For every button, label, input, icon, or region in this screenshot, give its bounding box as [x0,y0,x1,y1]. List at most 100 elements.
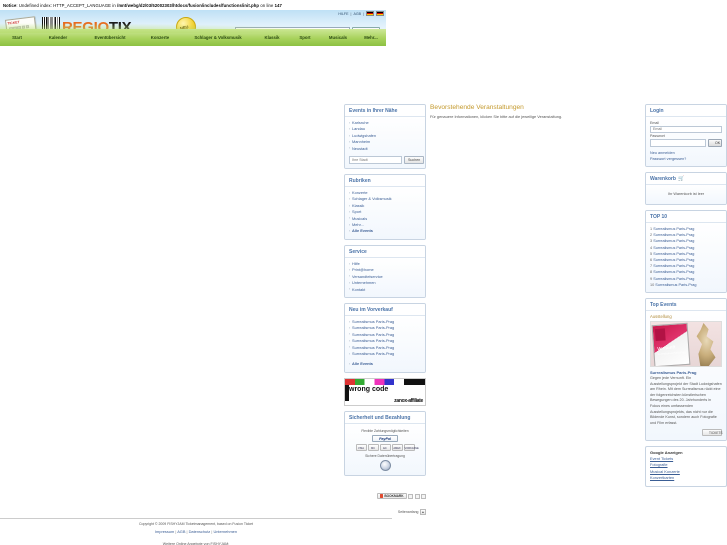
city-search: Suchen [349,156,425,165]
password-field[interactable] [650,139,706,147]
topbar-hilfe-link[interactable]: HILFE [338,12,348,16]
vorverkauf-list: Surrealismus Paris-Prag Surrealismus Par… [349,319,421,358]
nav-item-konzerte[interactable]: Konzerte [150,35,170,40]
vorverkauf-alle-events[interactable]: Alle Events [352,361,373,366]
nearby-city-neustadt[interactable]: Neustadt [352,146,368,151]
top-event-poster: Vernunft Surrealismus Paris-Prag [651,322,691,367]
service-unternehmen[interactable]: Unternehmen [352,280,376,285]
top-event-image[interactable]: Vernunft Surrealismus Paris-Prag [650,321,722,368]
top-event-tickets-button[interactable]: TICKETS [702,429,722,436]
vorverkauf-item-4[interactable]: Surrealismus Paris-Prag [352,338,394,343]
top10-item-6[interactable]: Surrealismus Paris-Prag [653,258,694,262]
google-ads-title: Google Anzeigen [650,449,683,455]
statue-photo [696,323,716,367]
arrow-up-icon[interactable]: ▲ [420,509,426,515]
footer-link-unternehmen[interactable]: Unternehmen [213,529,237,534]
top10-item-10[interactable]: Surrealismus Paris-Prag [655,283,696,287]
password-label: Passwort [650,134,665,138]
back-to-top[interactable]: Seitenanfang ▲ [344,509,426,515]
nav-item-kalender[interactable]: Kalender [48,35,68,40]
rubrik-sport[interactable]: Sport [352,209,361,214]
nav-item-klassik[interactable]: Klassik [263,35,280,40]
vorverkauf-item-5[interactable]: Surrealismus Paris-Prag [352,345,394,350]
service-kontakt[interactable]: Kontakt [352,287,365,292]
top10-body: Surrealismus Paris-Prag Surrealismus Par… [646,223,726,293]
top10-item-3[interactable]: Surrealismus Paris-Prag [653,239,694,243]
flag-de-icon[interactable] [366,11,374,16]
vorverkauf-item-1[interactable]: Surrealismus Paris-Prag [352,319,394,324]
forgot-password-link[interactable]: Passwort vergessen? [650,156,722,162]
rubriken-body: Konzerte Schlager & Volksmusik Klassik S… [345,187,425,239]
vorverkauf-item-3[interactable]: Surrealismus Paris-Prag [352,332,394,337]
nav-item-start[interactable]: Start [11,35,23,40]
rubrik-klassik[interactable]: Klassik [352,203,364,208]
top10-list: Surrealismus Paris-Prag Surrealismus Par… [650,226,722,288]
card-logo-amex: AMEX [391,443,403,451]
nearby-city-karlsruhe[interactable]: Karlsruhe [352,120,369,125]
nav-item-eventuebersicht[interactable]: Eventübersicht [93,35,126,40]
box-top-events: Top Events Ausstellung Vernunft Surreali… [645,298,727,441]
service-versandservice[interactable]: Versandtelservice [352,274,383,279]
cart-empty-message: Ihr Warenkorb ist leer [667,192,705,196]
box-service: Service Hilfe Print@home Versandtelservi… [344,244,426,298]
top10-item-7[interactable]: Surrealismus Paris-Prag [653,264,694,268]
topbar-separator-1: | [350,11,352,16]
footer-link-agb[interactable]: AGB [177,529,185,534]
vorverkauf-item-2[interactable]: Surrealismus Paris-Prag [352,325,394,330]
top10-item-1[interactable]: Surrealismus Paris-Prag [653,227,694,231]
google-ad-konzertkarten[interactable]: Konzertkarten [650,475,722,481]
email-label: Email [650,121,659,125]
top10-item-2[interactable]: Surrealismus Paris-Prag [653,233,694,237]
service-print-at-home[interactable]: Print@home [352,267,374,272]
nav-item-musicals[interactable]: Musicals [328,35,348,40]
city-search-input[interactable] [349,156,402,165]
cart-title-text: Warenkorb [650,176,676,182]
poster-subtitle: Surrealismus Paris-Prag [657,351,686,356]
vorverkauf-item-6[interactable]: Surrealismus Paris-Prag [352,351,394,356]
top10-item-9[interactable]: Surrealismus Paris-Prag [653,277,694,281]
share-more-icon[interactable] [421,493,426,499]
share-facebook-icon[interactable] [408,493,413,499]
top-event-name[interactable]: Surrealismus Paris-Prag [650,370,722,375]
bookmark-label: BOOKMARK [384,494,404,498]
poster-block [654,328,666,342]
topbar-agb-link[interactable]: AGB [353,12,361,16]
top10-item-5[interactable]: Surrealismus Paris-Prag [653,252,694,256]
flag-de-icon-2[interactable] [376,11,384,16]
footer-link-datenschutz[interactable]: Datenschutz [189,529,211,534]
rubrik-musicals[interactable]: Musicals [352,216,367,221]
payment-security-body: Flexible Zahlungsmöglichkeiten PayPal VI… [345,423,425,475]
nav-item-mehr[interactable]: Mehr... [363,35,379,40]
login-ok-button[interactable]: OK [708,138,722,147]
footer-link-impressum[interactable]: Impressum [155,529,174,534]
top10-item-4[interactable]: Surrealismus Paris-Prag [653,246,694,250]
bookmark-button[interactable]: BOOKMARK [376,493,407,499]
box-login: Login Email Passwort OK Neu anmelden Pas… [645,104,727,167]
nearby-city-mannheim[interactable]: Mannheim [352,139,370,144]
topbar-separator-2: | [363,11,364,16]
password-row: OK [650,138,722,147]
nearby-city-ludwigshafen[interactable]: Ludwigshafen [352,133,376,138]
email-field[interactable] [650,125,722,133]
box-nearby-events: Events in Ihrer Nähe Karlsruhe Landau Lu… [344,104,426,170]
zanox-affiliate-banner[interactable]: wrong code zanox-affiliate [344,377,426,406]
rubrik-konzerte[interactable]: Konzerte [352,190,368,195]
nav-item-sport[interactable]: Sport [298,35,311,40]
service-hilfe[interactable]: Hilfe [352,261,360,266]
nearby-city-landau[interactable]: Landau [352,126,365,131]
share-twitter-icon[interactable] [414,493,420,499]
card-logos: VISA MC EC AMEX VORKASSE [349,443,421,451]
box-cart: Warenkorb 🛒 Ihr Warenkorb ist leer [645,172,727,205]
top10-title: TOP 10 [646,211,726,223]
city-search-button[interactable]: Suchen [404,156,425,165]
top10-item-8[interactable]: Surrealismus Paris-Prag [653,270,694,274]
card-logo-ec: EC [379,443,391,451]
nearby-events-list: Karlsruhe Landau Ludwigshafen Mannheim N… [349,120,421,152]
nav-item-schlager-volksmusik[interactable]: Schlager & Volksmusik [193,35,242,40]
rubrik-alle-events[interactable]: Alle Events [352,228,373,233]
bookmark-icon [379,494,384,498]
login-title: Login [646,105,726,117]
payment-sub-secure: Sichere Datenübertragung [365,453,405,458]
rubrik-schlager-volksmusik[interactable]: Schlager & Volksmusik [352,196,392,201]
rubrik-mehr[interactable]: Mehr... [352,222,364,227]
